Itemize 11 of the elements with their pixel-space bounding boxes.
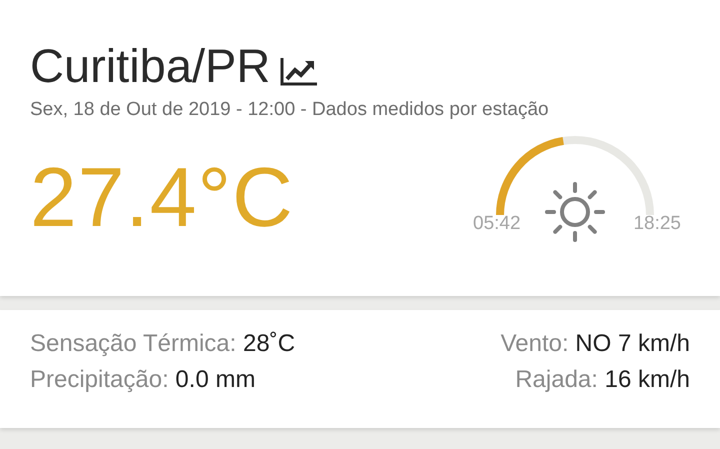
weather-detail: Vento: NO 7 km/h xyxy=(500,330,690,358)
city-title: Curitiba/PR xyxy=(30,38,270,93)
weather-detail: Precipitação: 0.0 mm xyxy=(30,366,256,394)
date-subtitle: Sex, 18 de Out de 2019 - 12:00 - Dados medidos por estação xyxy=(30,99,550,121)
sunset-time: 18:25 xyxy=(633,213,681,235)
temperature: 27.4°C xyxy=(30,149,294,246)
trend-chart-icon[interactable] xyxy=(280,56,318,86)
sunrise-time: 05:42 xyxy=(473,213,521,235)
weather-detail: Sensação Térmica: 28˚C xyxy=(30,330,296,358)
weather-detail: Rajada: 16 km/h xyxy=(515,366,690,394)
sun-icon xyxy=(545,182,605,242)
